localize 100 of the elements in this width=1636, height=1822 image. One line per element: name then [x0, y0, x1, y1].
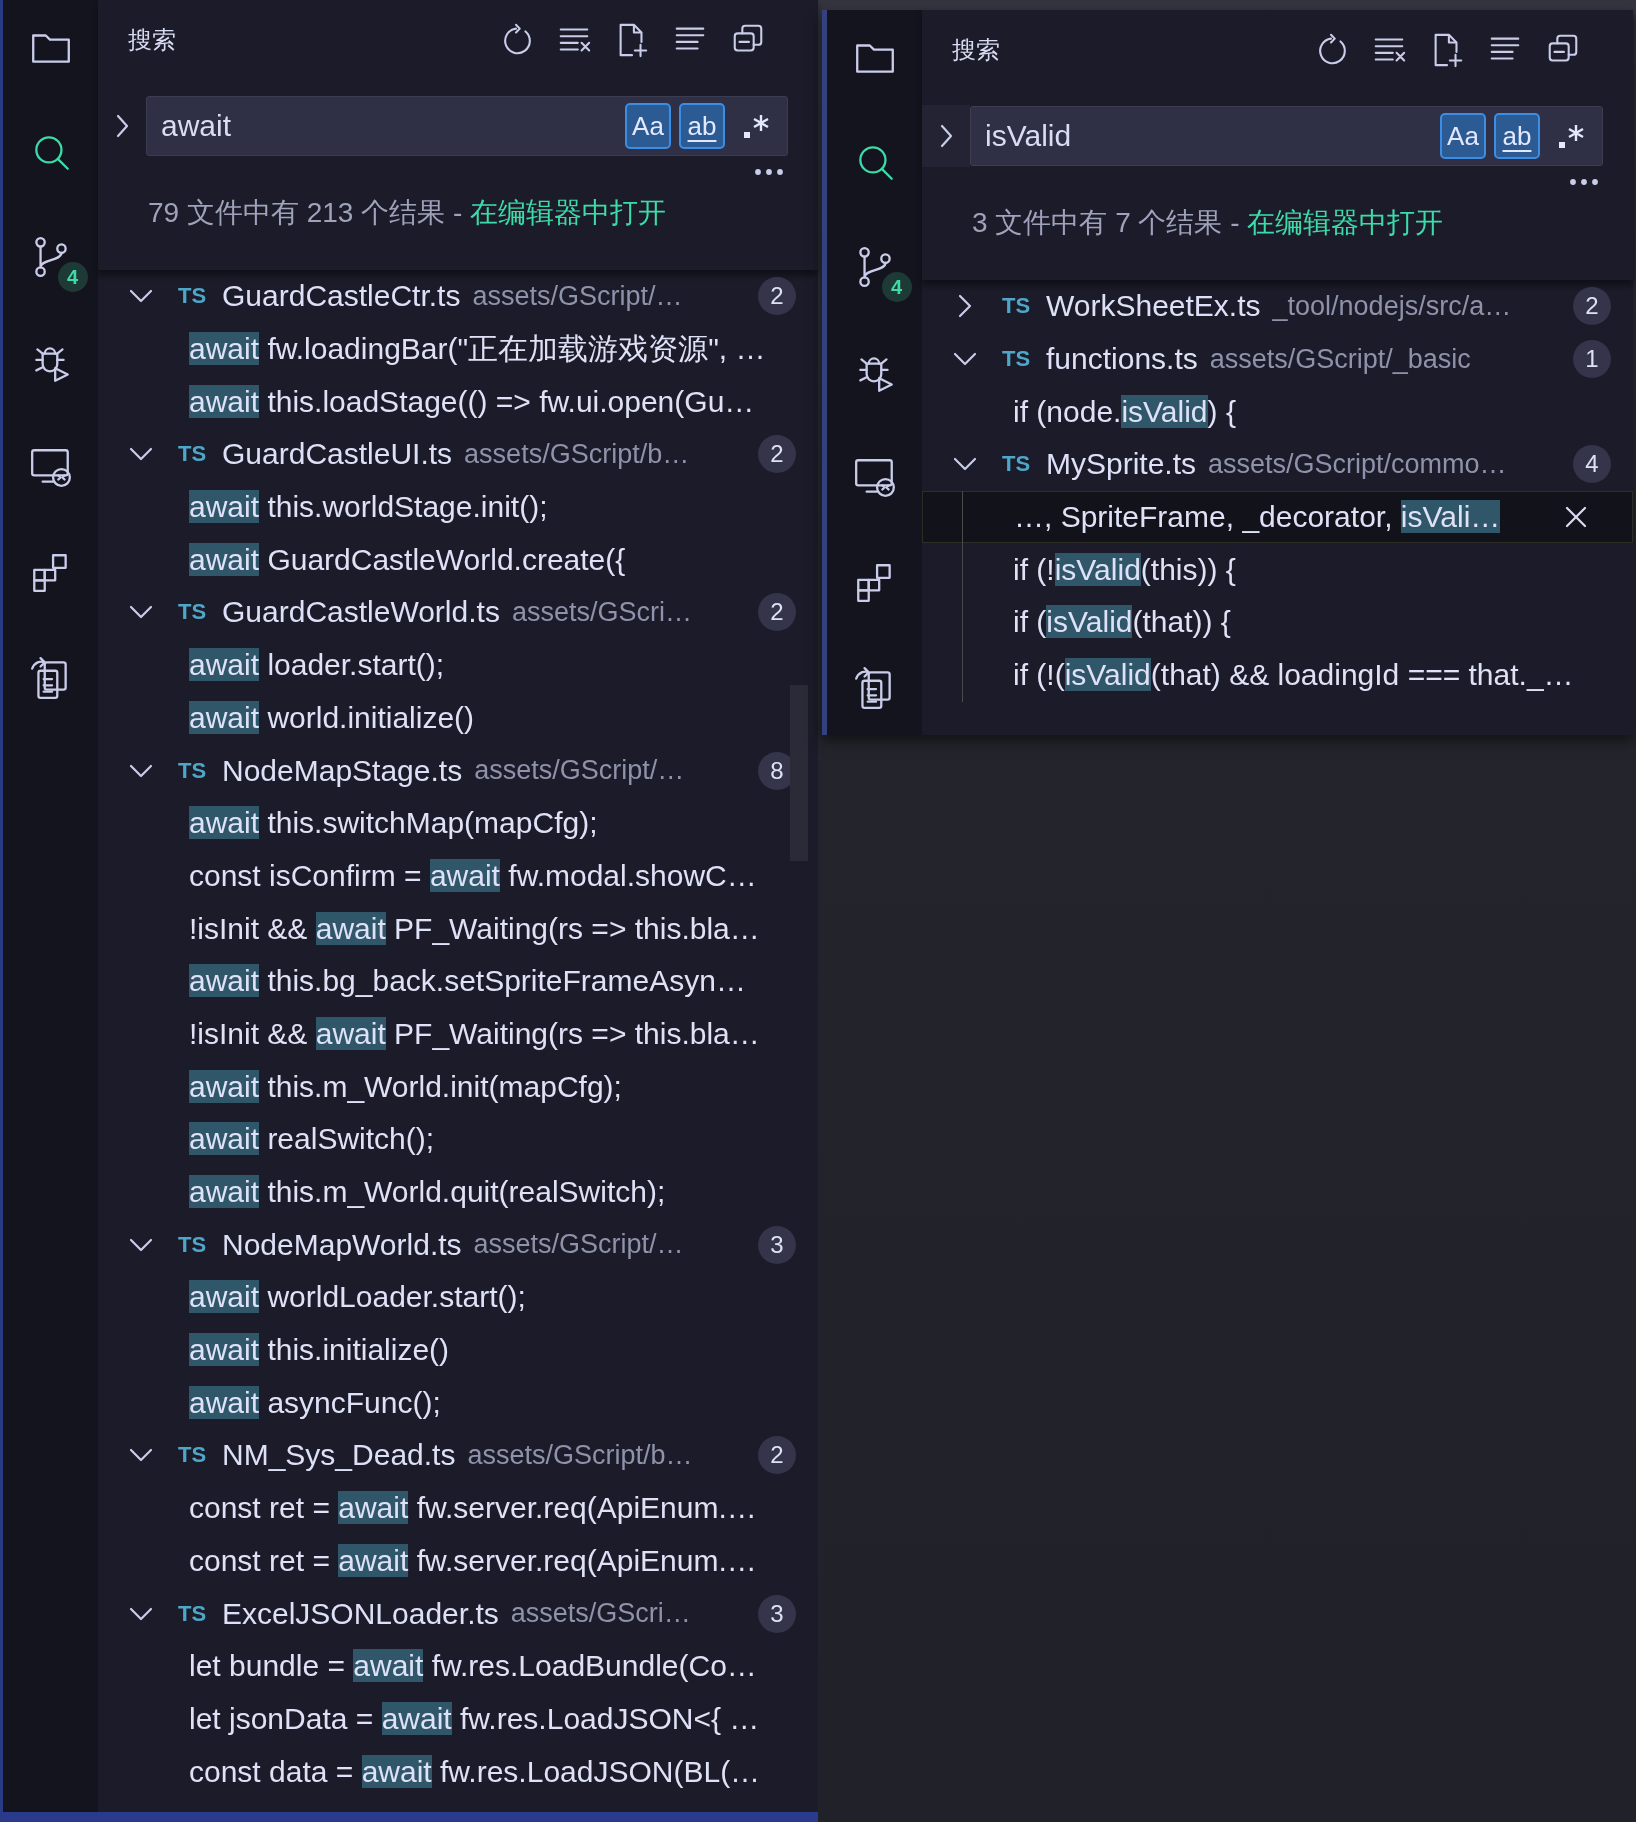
- match-row[interactable]: await world.initialize(): [98, 691, 818, 745]
- file-type-label: TS: [1002, 451, 1032, 478]
- match-row[interactable]: if (node.isValid) {: [922, 385, 1633, 439]
- file-path: assets/GScript/…: [472, 280, 683, 312]
- whole-word-toggle[interactable]: ab: [1494, 113, 1540, 159]
- file-name[interactable]: GuardCastleUI.ts: [222, 437, 453, 472]
- match-text: if (node.isValid) {: [1013, 394, 1236, 429]
- file-name[interactable]: NodeMapWorld.ts: [222, 1227, 462, 1262]
- match-row[interactable]: const isConfirm = await fw.modal.showC…: [98, 849, 818, 903]
- panel-title: 搜索: [128, 25, 176, 55]
- match-count-badge: 4: [1573, 445, 1611, 484]
- whole-word-toggle[interactable]: ab: [679, 103, 725, 149]
- file-type-label: TS: [178, 1600, 208, 1627]
- file-type-label: TS: [178, 599, 208, 626]
- match-text: await world.initialize(): [189, 700, 475, 735]
- result-summary: 3 文件中有 7 个结果 -: [972, 206, 1241, 240]
- match-count-badge: 2: [758, 435, 796, 474]
- file-name[interactable]: GuardCastleCtr.ts: [222, 279, 461, 314]
- match-row[interactable]: let bundle = await fw.res.LoadBundle(Co…: [98, 1639, 818, 1693]
- match-row[interactable]: await fw.loadingBar("正在加载游戏资源", …: [98, 322, 818, 376]
- match-row[interactable]: await asyncFunc();: [98, 1376, 818, 1430]
- match-row[interactable]: let jsonData = await fw.res.LoadJSON<{ …: [98, 1692, 818, 1746]
- file-path: assets/GScript/b…: [467, 1439, 693, 1471]
- file-name[interactable]: MySprite.ts: [1046, 447, 1197, 482]
- search-field[interactable]: await Aa ab: [146, 96, 788, 156]
- match-row[interactable]: …, SpriteFrame, _decorator, isVali…: [922, 490, 1633, 544]
- result-summary: 79 文件中有 213 个结果 -: [148, 196, 464, 230]
- file-name[interactable]: NM_Sys_Dead.ts: [222, 1438, 456, 1473]
- file-name[interactable]: ExcelJSONLoader.ts: [222, 1596, 499, 1631]
- match-text: await this.switchMap(mapCfg);: [189, 806, 598, 841]
- panel-title: 搜索: [952, 35, 1000, 65]
- file-path: assets/GScript/…: [473, 1229, 684, 1261]
- match-text: await this.bg_back.setSpriteFrameAsyn…: [189, 964, 746, 999]
- match-text: await worldLoader.start();: [189, 1280, 526, 1315]
- match-case-toggle[interactable]: Aa: [1440, 113, 1486, 159]
- match-row[interactable]: await this.worldStage.init();: [98, 480, 818, 534]
- file-path: assets/GScript/…: [474, 755, 685, 787]
- file-path: assets/GScript/commo…: [1208, 448, 1507, 480]
- count-badge: 4: [881, 272, 912, 302]
- count-badge: 4: [57, 262, 88, 292]
- file-path: assets/GScript/_basic: [1209, 343, 1471, 375]
- match-text: await fw.loadingBar("正在加载游戏资源", …: [189, 330, 766, 367]
- file-type-label: TS: [178, 1231, 208, 1258]
- match-text: await realSwitch();: [189, 1122, 435, 1157]
- file-name[interactable]: WorkSheetEx.ts: [1046, 289, 1261, 324]
- match-count-badge: 3: [758, 1225, 796, 1264]
- match-text: const ret = await fw.server.req(ApiEnum.…: [189, 1543, 757, 1578]
- file-path: assets/GScri…: [510, 1598, 691, 1630]
- match-row[interactable]: !isInit && await PF_Waiting(rs => this.bla…: [98, 1007, 818, 1061]
- match-row[interactable]: if (!(isValid(that) && loadingId === that._…: [922, 648, 1633, 702]
- match-row[interactable]: await this.loadStage(() => fw.ui.open(Gu…: [98, 375, 818, 429]
- match-text: const ret = await fw.server.req(ApiEnum.…: [189, 1491, 757, 1526]
- file-type-label: TS: [1002, 293, 1032, 320]
- match-count-badge: 1: [1573, 340, 1611, 379]
- match-row[interactable]: await this.initialize(): [98, 1323, 818, 1377]
- match-row[interactable]: await worldLoader.start();: [98, 1271, 818, 1324]
- match-row[interactable]: if (isValid(that)) {: [922, 596, 1633, 649]
- match-text: await asyncFunc();: [189, 1385, 441, 1420]
- match-count-badge: 2: [758, 593, 796, 632]
- match-text: …, SpriteFrame, _decorator, isVali…: [1014, 500, 1501, 535]
- match-row[interactable]: const ret = await fw.server.req(ApiEnum.…: [98, 1481, 818, 1535]
- match-count-badge: 2: [758, 1436, 796, 1475]
- match-row[interactable]: await GuardCastleWorld.create({: [98, 533, 818, 587]
- match-row[interactable]: await this.switchMap(mapCfg);: [98, 796, 818, 850]
- open-in-editor-link[interactable]: 在编辑器中打开: [1247, 204, 1444, 242]
- match-text: !isInit && await PF_Waiting(rs => this.bla…: [189, 911, 760, 946]
- close-icon[interactable]: [1564, 505, 1588, 530]
- match-text: await this.loadStage(() => fw.ui.open(Gu…: [189, 384, 755, 419]
- more-icon[interactable]: [1569, 178, 1599, 186]
- open-in-editor-link[interactable]: 在编辑器中打开: [470, 194, 667, 232]
- file-name[interactable]: NodeMapStage.ts: [222, 753, 463, 788]
- match-row[interactable]: await realSwitch();: [98, 1113, 818, 1166]
- file-name[interactable]: GuardCastleWorld.ts: [222, 595, 500, 630]
- file-type-label: TS: [178, 1442, 208, 1469]
- match-row[interactable]: const ret = await fw.server.req(ApiEnum.…: [98, 1534, 818, 1588]
- match-text: const data = await fw.res.LoadJSON(BL(…: [189, 1754, 761, 1789]
- more-icon[interactable]: [754, 168, 784, 176]
- match-row[interactable]: await this.bg_back.setSpriteFrameAsyn…: [98, 954, 818, 1008]
- match-text: await this.m_World.init(mapCfg);: [189, 1069, 622, 1104]
- file-type-label: TS: [1002, 346, 1032, 373]
- match-row[interactable]: await this.m_World.quit(realSwitch);: [98, 1165, 818, 1219]
- match-count-badge: 3: [758, 1594, 796, 1633]
- file-name[interactable]: functions.ts: [1046, 342, 1198, 377]
- match-row[interactable]: await loader.start();: [98, 638, 818, 692]
- file-path: _tool/nodejs/src/a…: [1272, 290, 1512, 322]
- match-count-badge: 2: [758, 277, 796, 316]
- match-row[interactable]: !isInit && await PF_Waiting(rs => this.bla…: [98, 902, 818, 955]
- search-field[interactable]: isValid Aa ab: [970, 106, 1603, 166]
- file-path: assets/GScript/b…: [464, 438, 690, 470]
- match-text: await this.initialize(): [189, 1333, 450, 1368]
- match-text: await GuardCastleWorld.create({: [189, 542, 626, 577]
- match-text: if (!isValid(this)) {: [1013, 552, 1236, 587]
- match-text: await this.m_World.quit(realSwitch);: [189, 1175, 666, 1210]
- match-row[interactable]: await this.m_World.init(mapCfg);: [98, 1060, 818, 1113]
- match-case-toggle[interactable]: Aa: [625, 103, 671, 149]
- match-row[interactable]: const data = await fw.res.LoadJSON(BL(…: [98, 1745, 818, 1798]
- scrollbar-thumb[interactable]: [790, 685, 808, 861]
- match-text: await this.worldStage.init();: [189, 490, 548, 525]
- match-row[interactable]: if (!isValid(this)) {: [922, 543, 1633, 597]
- match-text: let jsonData = await fw.res.LoadJSON<{ …: [189, 1701, 760, 1736]
